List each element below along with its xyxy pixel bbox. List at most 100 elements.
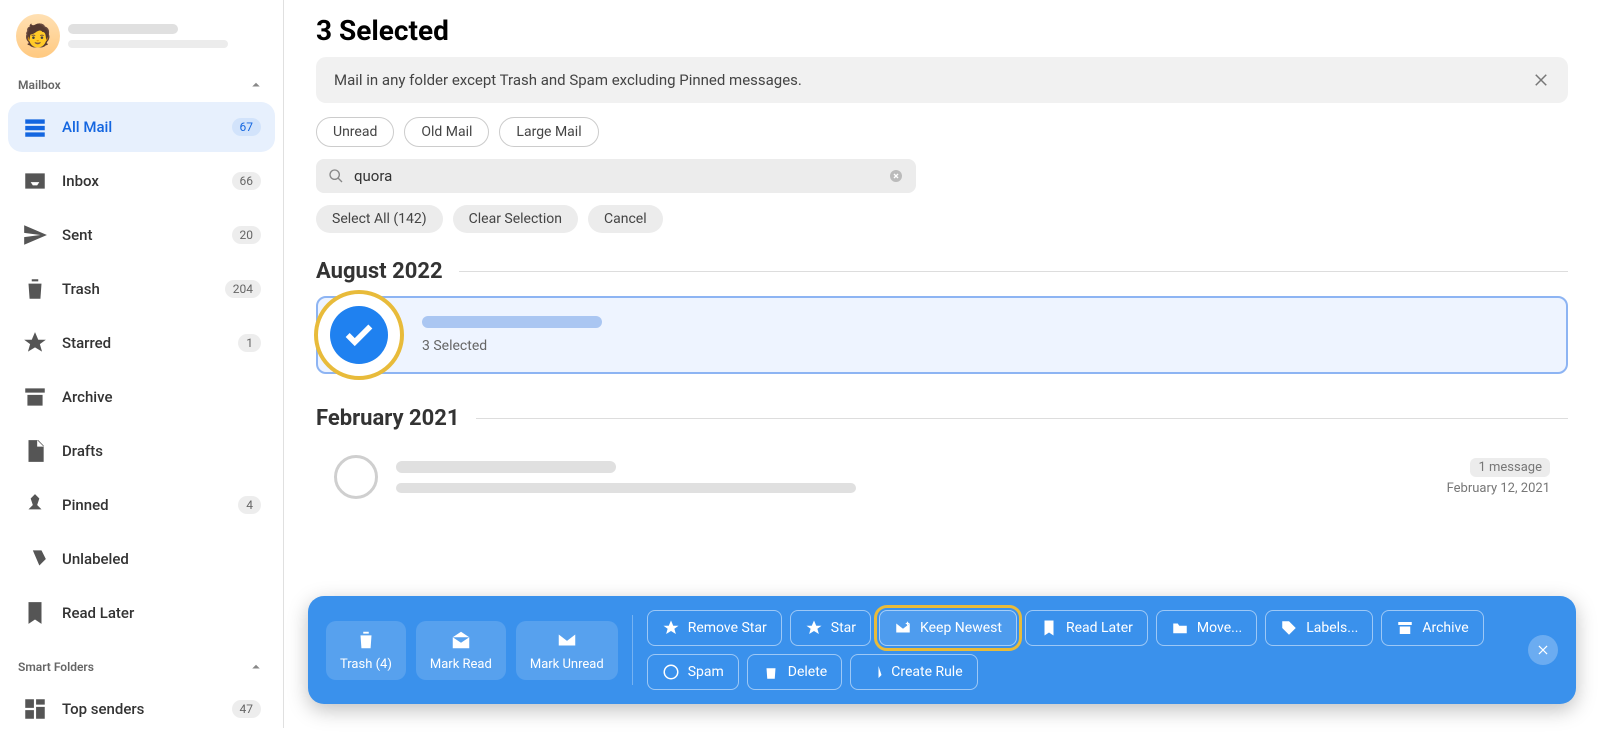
action-trash-label: Trash (4): [340, 657, 392, 672]
tag-icon: [1280, 619, 1298, 637]
action-read-later-label: Read Later: [1066, 620, 1133, 636]
sidebar-item-starred[interactable]: Starred 1: [8, 318, 275, 368]
section-mailbox-label: Mailbox: [18, 78, 61, 92]
action-bar: Trash (4) Mark Read Mark Unread Remove S…: [308, 596, 1576, 704]
filter-large-mail[interactable]: Large Mail: [499, 117, 598, 147]
thread-meta: 1 message February 12, 2021: [1447, 458, 1550, 496]
sidebar-item-count: 20: [232, 226, 262, 244]
action-archive-label: Archive: [1422, 620, 1468, 636]
sidebar-item-count: 204: [225, 280, 261, 298]
sidebar-item-unlabeled[interactable]: Unlabeled: [8, 534, 275, 584]
star-off-icon: [662, 619, 680, 637]
sidebar-item-label: Pinned: [62, 496, 224, 514]
sidebar-item-inbox[interactable]: Inbox 66: [8, 156, 275, 206]
action-move-label: Move...: [1197, 620, 1242, 636]
action-remove-star-label: Remove Star: [688, 620, 767, 636]
action-archive[interactable]: Archive: [1381, 610, 1483, 646]
sidebar-item-label: Top senders: [62, 700, 218, 718]
chevron-up-icon: [247, 76, 265, 94]
action-keep-newest-label: Keep Newest: [920, 620, 1002, 636]
filter-old-mail[interactable]: Old Mail: [404, 117, 489, 147]
thread-body: 3 Selected: [422, 316, 1548, 354]
page-title: 3 Selected: [316, 0, 1568, 47]
dashboard-icon: [22, 696, 48, 722]
close-icon[interactable]: [1532, 71, 1550, 89]
action-trash[interactable]: Trash (4): [326, 621, 406, 680]
action-delete-label: Delete: [788, 664, 827, 680]
sidebar-item-top-senders[interactable]: Top senders 47: [8, 684, 275, 734]
mail-sparkle-icon: [894, 619, 912, 637]
selection-row: Select All (142) Clear Selection Cancel: [316, 205, 1568, 233]
action-mark-unread[interactable]: Mark Unread: [516, 621, 618, 680]
thread-date: February 12, 2021: [1447, 481, 1550, 496]
rule-icon: [865, 663, 883, 681]
thread-selected[interactable]: 3 Selected: [316, 296, 1568, 374]
sidebar-item-archive[interactable]: Archive: [8, 372, 275, 422]
sidebar-item-count: 4: [238, 496, 261, 514]
action-keep-newest[interactable]: Keep Newest: [879, 610, 1017, 646]
action-spam[interactable]: Spam: [647, 654, 739, 690]
sidebar-item-drafts[interactable]: Drafts: [8, 426, 275, 476]
clear-search-icon[interactable]: [888, 168, 904, 184]
sidebar-item-label: All Mail: [62, 118, 218, 136]
search-input[interactable]: [354, 167, 878, 185]
sidebar-item-trash[interactable]: Trash 204: [8, 264, 275, 314]
sidebar-item-count: 67: [232, 118, 262, 136]
sidebar-item-all-mail[interactable]: All Mail 67: [8, 102, 275, 152]
sidebar-item-label: Starred: [62, 334, 224, 352]
action-star[interactable]: Star: [790, 610, 871, 646]
sidebar-item-pinned[interactable]: Pinned 4: [8, 480, 275, 530]
close-icon: [1536, 643, 1550, 657]
selection-checkmark[interactable]: [330, 306, 388, 364]
action-labels-label: Labels...: [1306, 620, 1358, 636]
sidebar-item-label: Read Later: [62, 604, 261, 622]
tag-off-icon: [22, 546, 48, 572]
action-bar-secondary: Remove Star Star Keep Newest Read Later …: [647, 610, 1518, 690]
archive-icon: [1396, 619, 1414, 637]
info-text: Mail in any folder except Trash and Spam…: [334, 71, 802, 89]
chevron-up-icon: [247, 658, 265, 676]
sidebar-item-label: Sent: [62, 226, 218, 244]
star-icon: [805, 619, 823, 637]
account-name-placeholder: [68, 24, 267, 48]
select-all-button[interactable]: Select All (142): [316, 205, 443, 233]
avatar: 🧑: [16, 14, 60, 58]
sidebar-item-count: 1: [238, 334, 261, 352]
group-header-aug-2022: August 2022: [316, 259, 1568, 284]
action-star-label: Star: [831, 620, 856, 636]
action-delete[interactable]: Delete: [747, 654, 842, 690]
action-move[interactable]: Move...: [1156, 610, 1257, 646]
filter-settings-icon[interactable]: [609, 121, 631, 143]
inbox-icon: [22, 168, 48, 194]
action-bar-close[interactable]: [1528, 635, 1558, 665]
paper-plane-icon: [22, 222, 48, 248]
thread-sender-placeholder: [422, 316, 602, 328]
thread-unselected[interactable]: 1 message February 12, 2021: [316, 441, 1568, 513]
account-header[interactable]: 🧑: [8, 10, 275, 70]
action-create-rule[interactable]: Create Rule: [850, 654, 977, 690]
selection-circle[interactable]: [334, 455, 378, 499]
clear-selection-button[interactable]: Clear Selection: [453, 205, 578, 233]
thread-subtext: 3 Selected: [422, 338, 1548, 354]
sidebar-item-sent[interactable]: Sent 20: [8, 210, 275, 260]
bookmark-icon: [1040, 619, 1058, 637]
sidebar-item-label: Drafts: [62, 442, 261, 460]
action-mark-read[interactable]: Mark Read: [416, 621, 506, 680]
main-pane: 3 Selected Mail in any folder except Tra…: [284, 0, 1600, 728]
sidebar-item-label: Unlabeled: [62, 550, 261, 568]
cancel-selection-button[interactable]: Cancel: [588, 205, 663, 233]
section-mailbox-header[interactable]: Mailbox: [8, 70, 275, 100]
search-box[interactable]: [316, 159, 916, 193]
group-header-feb-2021: February 2021: [316, 406, 1568, 431]
bookmark-icon: [22, 600, 48, 626]
sidebar-item-count: 47: [232, 700, 262, 718]
action-remove-star[interactable]: Remove Star: [647, 610, 782, 646]
filter-unread[interactable]: Unread: [316, 117, 394, 147]
action-read-later[interactable]: Read Later: [1025, 610, 1148, 646]
action-labels[interactable]: Labels...: [1265, 610, 1373, 646]
section-smart-folders-header[interactable]: Smart Folders: [8, 652, 275, 682]
filter-row: Unread Old Mail Large Mail: [316, 117, 1568, 147]
action-create-rule-label: Create Rule: [891, 664, 962, 680]
trash-icon: [355, 629, 377, 651]
sidebar-item-read-later[interactable]: Read Later: [8, 588, 275, 638]
